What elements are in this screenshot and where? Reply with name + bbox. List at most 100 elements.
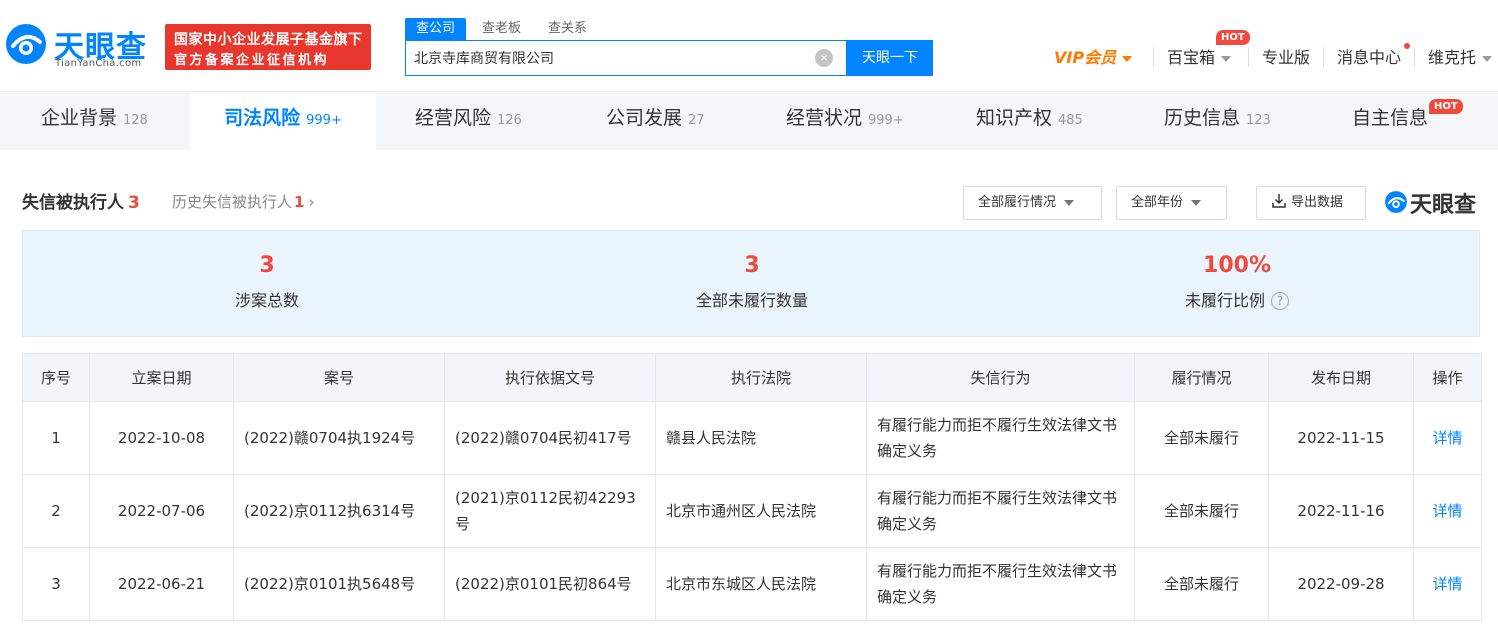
tab-search-relation[interactable]: 查关系	[548, 18, 587, 40]
tab-company-development[interactable]: 公司发展 27	[606, 92, 705, 148]
cell-court[interactable]: 北京市通州区人民法院	[655, 474, 867, 548]
cell-court[interactable]: 北京市东城区人民法院	[655, 547, 867, 621]
cell-case-no: (2022)京0112执6314号	[233, 474, 445, 548]
stat-label: 全部未履行数量	[695, 291, 808, 310]
search-input[interactable]	[414, 41, 804, 75]
tab-label: 公司发展	[606, 107, 683, 129]
nav-divider	[1323, 47, 1324, 67]
search-button[interactable]: 天眼一下	[847, 40, 933, 76]
filter-status-dropdown[interactable]: 全部履行情况	[963, 186, 1102, 220]
tab-company-background[interactable]: 企业背景 128	[41, 92, 148, 148]
tab-self-info[interactable]: 自主信息	[1352, 92, 1428, 148]
cell-filing-date: 2022-10-08	[89, 401, 234, 475]
tab-label: 自主信息	[1352, 107, 1429, 129]
filter-year-dropdown[interactable]: 全部年份	[1116, 186, 1227, 220]
tab-search-boss[interactable]: 查老板	[482, 18, 521, 40]
history-count: 1	[294, 193, 305, 211]
cell-court[interactable]: 赣县人民法院	[655, 401, 867, 475]
stat-total-cases: 3 涉案总数	[117, 253, 417, 311]
cell-case-no: (2022)京0101执5648号	[233, 547, 445, 621]
col-header-action: 操作	[1413, 353, 1482, 402]
tab-label: 历史信息	[1164, 107, 1241, 129]
cell-publish-date: 2022-11-15	[1268, 401, 1414, 475]
cell-status: 全部未履行	[1134, 547, 1269, 621]
section-count: 3	[128, 193, 140, 213]
logo-eye-icon	[6, 24, 46, 64]
stat-label-row: 未履行比例?	[1087, 287, 1387, 311]
tab-business-risk[interactable]: 经营风险 126	[415, 92, 522, 148]
user-name: 维克托	[1428, 48, 1477, 67]
stat-label: 涉案总数	[234, 291, 299, 310]
hot-badge: HOT	[1216, 30, 1250, 45]
cell-behavior: 有履行能力而拒不履行生效法律文书确定义务	[866, 401, 1135, 475]
col-header-status: 履行情况	[1134, 353, 1269, 402]
chevron-down-icon	[1221, 55, 1232, 62]
clear-icon[interactable]: ×	[815, 49, 833, 67]
top-header: 天眼查 TianYanCha.com 国家中小企业发展子基金旗下 官方备案企业征…	[0, 0, 1498, 92]
history-dishonest-link[interactable]: 历史失信被执行人 1 ›	[172, 191, 314, 212]
table-row: 3 2022-06-21 (2022)京0101执5648号 (2022)京01…	[22, 547, 1482, 621]
cell-no: 2	[22, 474, 90, 548]
tab-intellectual-property[interactable]: 知识产权 485	[976, 92, 1083, 148]
hot-badge: HOT	[1429, 99, 1463, 114]
badge-line2: 官方备案企业征信机构	[174, 53, 330, 68]
tab-label: 经营状况	[786, 107, 863, 129]
stat-value: 3	[259, 253, 275, 278]
message-center-link[interactable]: 消息中心	[1337, 44, 1401, 70]
chevron-right-icon: ›	[308, 193, 315, 211]
detail-link[interactable]: 详情	[1432, 502, 1462, 520]
cell-filing-date: 2022-06-21	[89, 547, 234, 621]
table-row: 2 2022-07-06 (2022)京0112执6314号 (2021)京01…	[22, 474, 1482, 548]
cell-status: 全部未履行	[1134, 474, 1269, 548]
notification-dot	[1404, 43, 1410, 49]
cell-filing-date: 2022-07-06	[89, 474, 234, 548]
tab-label: 企业背景	[41, 107, 118, 129]
col-header-publish-date[interactable]: 发布日期	[1268, 353, 1414, 402]
table-row: 1 2022-10-08 (2022)赣0704执1924号 (2022)赣07…	[22, 401, 1482, 475]
export-label: 导出数据	[1291, 195, 1344, 210]
pro-version-link[interactable]: 专业版	[1262, 44, 1310, 70]
stats-panel: 3 涉案总数 3 全部未履行数量 100% 未履行比例?	[22, 230, 1480, 337]
detail-link[interactable]: 详情	[1432, 575, 1462, 593]
tab-label: 知识产权	[976, 107, 1053, 129]
tab-count: 126	[497, 113, 522, 128]
tab-history-info[interactable]: 历史信息 123	[1164, 92, 1271, 148]
export-button[interactable]: 导出数据	[1256, 186, 1366, 220]
stat-unfulfilled-ratio: 100% 未履行比例?	[1087, 253, 1387, 311]
tab-label: 经营风险	[415, 107, 492, 129]
tab-operating-status[interactable]: 经营状况 999+	[786, 92, 904, 148]
col-header-court: 执行法院	[655, 353, 867, 402]
user-menu[interactable]: 维克托	[1428, 44, 1493, 70]
cell-basis-doc: (2022)赣0704民初417号	[444, 401, 656, 475]
nav-divider	[1414, 47, 1415, 67]
section-title: 失信被执行人 3	[22, 188, 140, 213]
category-tabs: 企业背景 128 司法风险 999+ 经营风险 126 公司发展 27 经营状况 999+…	[0, 92, 1498, 150]
vip-label: VIP会员	[1054, 48, 1117, 67]
cell-no: 3	[22, 547, 90, 621]
cell-publish-date: 2022-09-28	[1268, 547, 1414, 621]
stat-value: 100%	[1203, 253, 1271, 278]
cell-behavior: 有履行能力而拒不履行生效法律文书确定义务	[866, 474, 1135, 548]
chevron-down-icon	[1191, 199, 1202, 206]
table-header-row: 序号 立案日期 案号 执行依据文号 执行法院 失信行为 履行情况 发布日期 操作	[22, 353, 1482, 402]
logo-eye-icon	[1385, 191, 1407, 213]
baibaoxiang-menu[interactable]: 百宝箱	[1167, 44, 1232, 70]
stat-unfulfilled-count: 3 全部未履行数量	[602, 253, 902, 311]
nav-divider	[1153, 47, 1154, 67]
dishonest-table: 序号 立案日期 案号 执行依据文号 执行法院 失信行为 履行情况 发布日期 操作…	[22, 353, 1482, 621]
tab-count: 128	[123, 113, 148, 128]
cell-action: 详情	[1413, 401, 1482, 475]
tab-judicial-risk[interactable]: 司法风险 999+	[190, 92, 376, 150]
vip-menu[interactable]: VIP会员	[1054, 44, 1133, 70]
official-badge: 国家中小企业发展子基金旗下 官方备案企业征信机构	[165, 24, 371, 70]
logo-text-en: TianYanCha.com	[55, 58, 142, 69]
tab-search-company[interactable]: 查公司	[405, 18, 467, 40]
help-icon[interactable]: ?	[1271, 292, 1289, 310]
col-header-filing-date[interactable]: 立案日期	[89, 353, 234, 402]
col-header-case-no: 案号	[233, 353, 445, 402]
stat-label: 未履行比例	[1184, 291, 1265, 310]
tianyancha-logo[interactable]: 天眼查 TianYanCha.com	[4, 20, 154, 72]
chevron-down-icon	[1482, 55, 1493, 62]
tab-count: 485	[1058, 113, 1083, 128]
detail-link[interactable]: 详情	[1432, 429, 1462, 447]
